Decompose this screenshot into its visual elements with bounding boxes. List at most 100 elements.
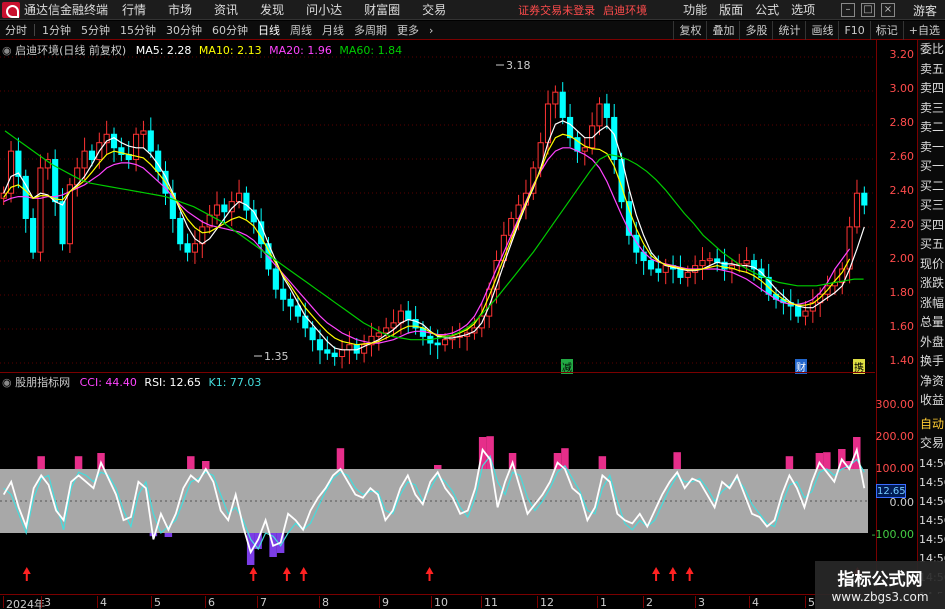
add-watchlist-button[interactable]: +自选 (902, 21, 945, 40)
cci-bar-high (37, 456, 45, 469)
buy-arrow-icon (249, 567, 258, 581)
ma10-label: MA10: 2.13 (198, 44, 262, 57)
candle-body (405, 310, 412, 320)
candle (574, 130, 581, 163)
watermark-title: 指标公式网 (837, 570, 923, 590)
overlay-button[interactable]: 叠加 (706, 21, 739, 40)
side-item: 卖一 (920, 139, 945, 154)
buy-arrow-head (652, 567, 661, 574)
tab-weekly[interactable]: 周线 (290, 22, 312, 38)
app-logo-icon (2, 1, 20, 18)
indicator-chart[interactable] (0, 372, 875, 594)
draw-line-button[interactable]: 画线 (805, 21, 838, 40)
menu-news[interactable]: 资讯 (214, 1, 238, 18)
y-tick: 3.20 (889, 48, 915, 61)
k1-label: K1: 77.03 (208, 376, 262, 389)
menu-ask[interactable]: 问小达 (306, 1, 342, 18)
side-trade[interactable]: 交易 (918, 434, 945, 454)
menu-formula[interactable]: 公式 (755, 1, 779, 18)
tab-1min[interactable]: 1分钟 (42, 22, 71, 38)
candle-body (699, 260, 706, 267)
candle-body (861, 192, 868, 206)
app-name: 通达信金融终端 (24, 3, 109, 17)
cci-bar-high (785, 456, 794, 469)
candle (625, 191, 633, 245)
menu-wealth[interactable]: 财富圈 (364, 1, 400, 18)
candle-body (309, 327, 316, 341)
date-tick: 12 (537, 596, 554, 609)
buy-arrow-icon (282, 567, 291, 581)
side-item: 总量 (920, 315, 945, 329)
candle-body (508, 217, 515, 236)
close-icon[interactable]: × (881, 3, 895, 17)
side-item: 收益 (920, 393, 945, 407)
date-tick: 4 (749, 596, 759, 609)
menu-options[interactable]: 选项 (791, 1, 815, 18)
tab-60min[interactable]: 60分钟 (212, 22, 248, 38)
tab-multi-period[interactable]: 多周期 (354, 22, 387, 38)
multi-stock-button[interactable]: 多股 (739, 21, 772, 40)
cci-bar-high (598, 456, 607, 469)
side-item: 卖三 (920, 100, 945, 115)
candle (147, 117, 154, 158)
f10-button[interactable]: F10 (838, 21, 869, 40)
tab-30min[interactable]: 30分钟 (166, 22, 202, 38)
candle-body (316, 339, 324, 351)
restore-rights-button[interactable]: 复权 (673, 21, 706, 40)
date-tick: 11 (481, 596, 498, 609)
minimize-icon[interactable]: – (841, 3, 855, 17)
side-item: 现价 (920, 256, 945, 271)
candle-body (603, 103, 610, 118)
side-item: 卖二 (920, 120, 945, 134)
date-tick: 5 (151, 596, 161, 609)
candle (221, 198, 228, 224)
candle (714, 248, 721, 272)
side-auto[interactable]: 自动 (918, 415, 945, 435)
menu-layout[interactable]: 版面 (719, 1, 743, 18)
tab-intraday[interactable]: 分时 (5, 22, 27, 38)
menu-quotes[interactable]: 行情 (122, 1, 146, 18)
candle (361, 334, 368, 363)
candle-body (184, 243, 191, 253)
candle (662, 258, 669, 285)
buy-arrow-head (425, 567, 434, 574)
ma60-label: MA60: 1.84 (339, 44, 403, 57)
stats-button[interactable]: 统计 (772, 21, 805, 40)
y-tick: 1.40 (889, 354, 915, 367)
date-tick: 7 (257, 596, 267, 609)
menu-trade[interactable]: 交易 (422, 1, 446, 18)
maximize-icon[interactable]: □ (861, 3, 875, 17)
settings-icon[interactable]: ◉ (2, 44, 12, 57)
watermark-url: www.zbgs3.com (831, 590, 929, 604)
settings-icon[interactable]: ◉ (2, 376, 12, 389)
candle (103, 120, 110, 155)
date-tick: 5 (805, 596, 815, 609)
trade-time: 14:56 (919, 532, 945, 546)
tab-more[interactable]: 更多 (397, 22, 419, 38)
tab-5min[interactable]: 5分钟 (81, 22, 110, 38)
mark-button[interactable]: 标记 (869, 21, 903, 40)
candle-body (552, 91, 559, 105)
tab-15min[interactable]: 15分钟 (120, 22, 156, 38)
candle (581, 137, 588, 166)
candle-body (235, 192, 243, 203)
date-tick: 2 (643, 596, 653, 609)
candle-body (853, 192, 861, 228)
tab-monthly[interactable]: 月线 (322, 22, 344, 38)
login-warning[interactable]: 证券交易未登录 (518, 2, 595, 18)
candle-body (213, 204, 221, 216)
guest-login[interactable]: 游客 (913, 2, 937, 19)
stock-title[interactable]: 启迪环境(日线 前复权) (15, 44, 126, 57)
side-item: 卖五 (920, 61, 945, 76)
tab-daily[interactable]: 日线 (258, 22, 280, 38)
indicator-title[interactable]: 股朋指标网 (15, 376, 70, 389)
chevron-right-icon[interactable]: › (429, 24, 433, 37)
menu-function[interactable]: 功能 (683, 1, 707, 18)
menu-market[interactable]: 市场 (168, 1, 192, 18)
candle-body (655, 268, 662, 273)
menu-discover[interactable]: 发现 (260, 1, 284, 18)
candle-body (191, 243, 199, 253)
candle (140, 120, 147, 149)
candle-body (647, 260, 655, 270)
kline-chart[interactable]: 3.18 1.35 (0, 40, 875, 370)
